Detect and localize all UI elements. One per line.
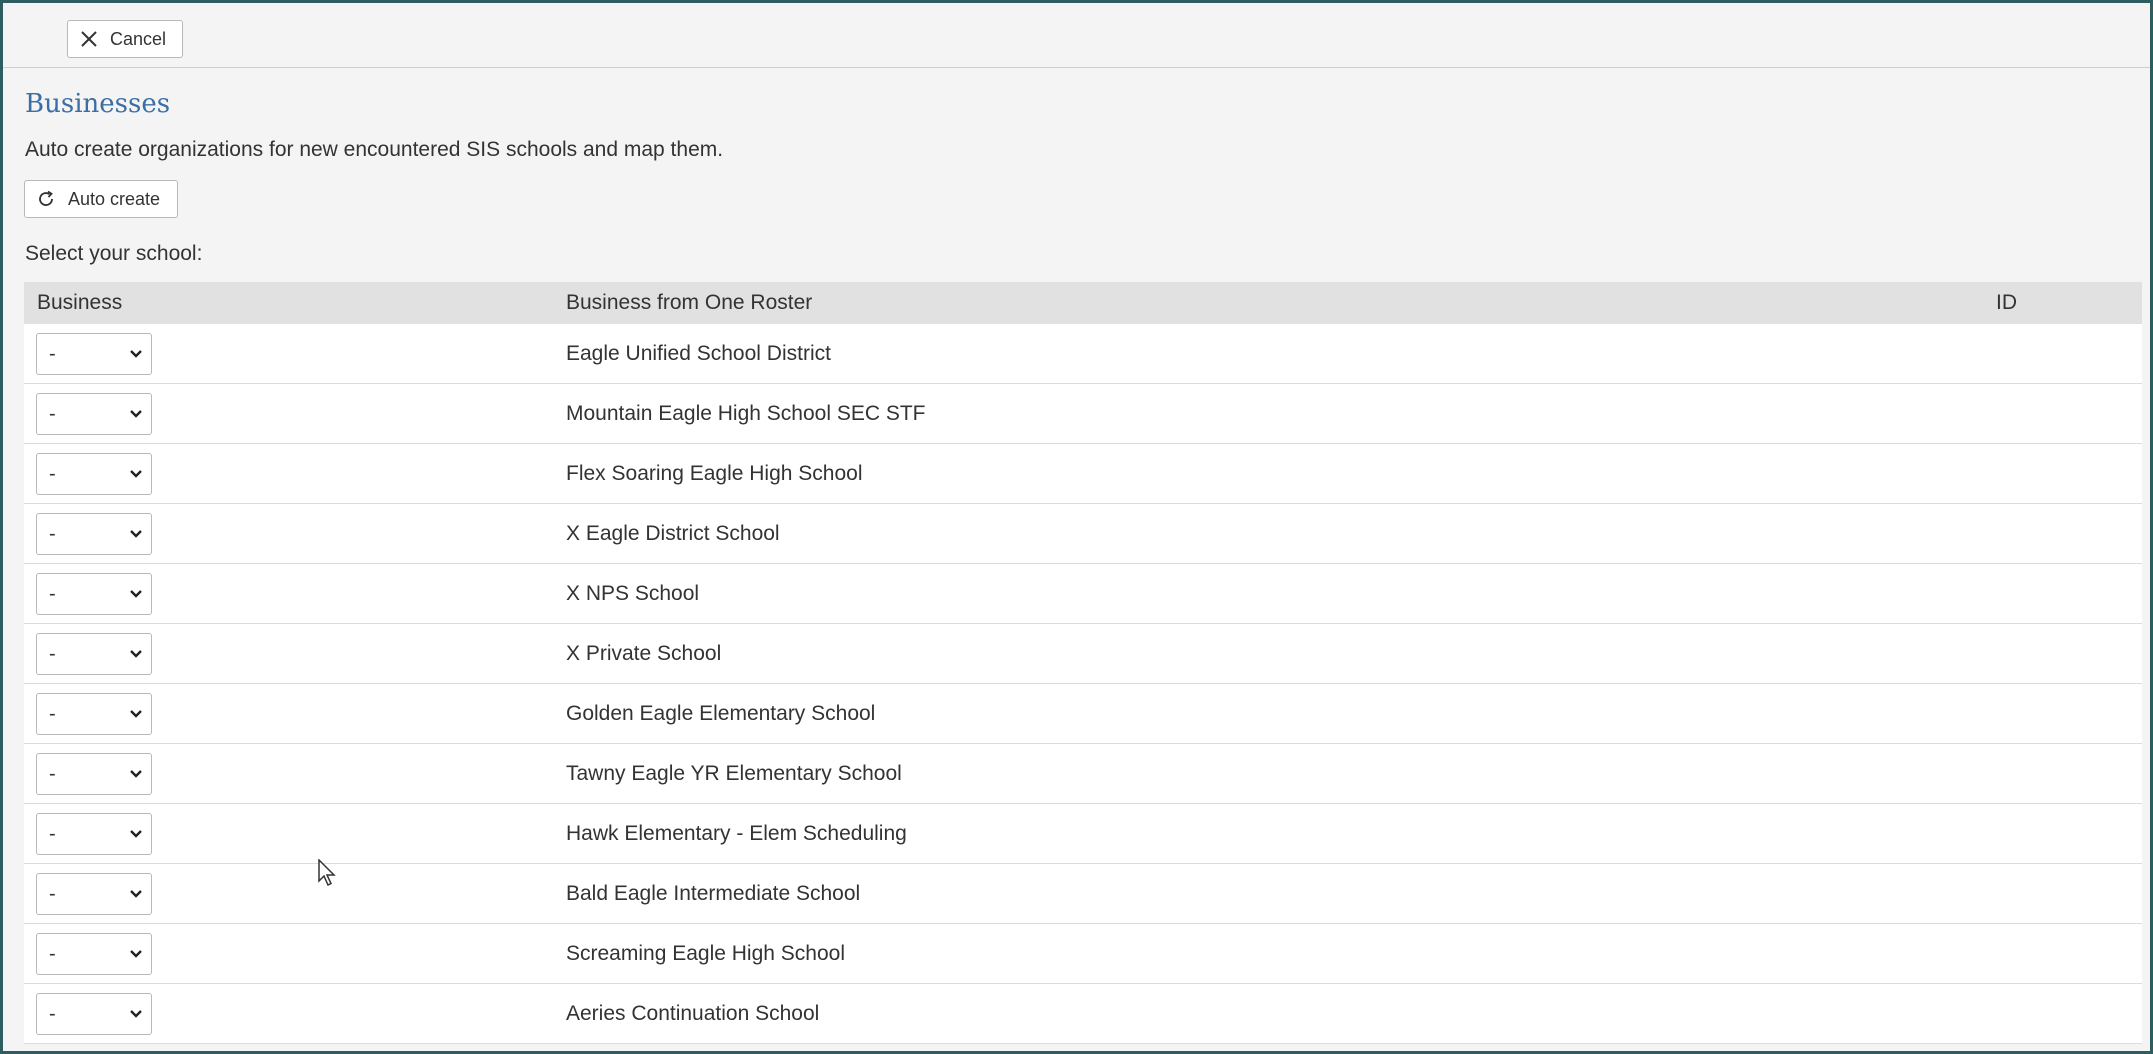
roster-school-name: Bald Eagle Intermediate School — [566, 882, 861, 905]
column-header-business: Business — [37, 291, 123, 314]
close-icon — [80, 30, 98, 48]
business-select[interactable]: - — [36, 753, 152, 795]
business-select-value: - — [49, 463, 56, 485]
table-row: - Eagle Unified School District — [24, 324, 2142, 384]
chevron-down-icon — [129, 347, 143, 361]
business-select-value: - — [49, 823, 56, 845]
roster-school-name: X Private School — [566, 642, 722, 665]
table-row: - Flex Soaring Eagle High School — [24, 444, 2142, 504]
business-select-value: - — [49, 583, 56, 605]
business-select-value: - — [49, 523, 56, 545]
roster-school-name: Tawny Eagle YR Elementary School — [566, 762, 902, 785]
chevron-down-icon — [129, 587, 143, 601]
business-select-value: - — [49, 643, 56, 665]
table-row: - X Eagle District School — [24, 504, 2142, 564]
roster-school-name: X Eagle District School — [566, 522, 780, 545]
business-select[interactable]: - — [36, 873, 152, 915]
business-select[interactable]: - — [36, 573, 152, 615]
page-title: Businesses — [25, 89, 171, 119]
table-row: - X NPS School — [24, 564, 2142, 624]
roster-school-name: X NPS School — [566, 582, 700, 605]
mouse-cursor-icon — [318, 858, 338, 894]
refresh-icon — [36, 189, 56, 209]
business-select-value: - — [49, 943, 56, 965]
table-row: - Tawny Eagle YR Elementary School — [24, 744, 2142, 804]
column-header-roster: Business from One Roster — [566, 291, 813, 314]
table-body: - Eagle Unified School District - Mountain … — [24, 324, 2142, 1044]
roster-school-name: Mountain Eagle High School SEC STF — [566, 402, 926, 425]
table-row: - Bald Eagle Intermediate School — [24, 864, 2142, 924]
chevron-down-icon — [129, 1007, 143, 1021]
chevron-down-icon — [129, 827, 143, 841]
section-description: Auto create organizations for new encoun… — [25, 138, 724, 161]
table-row: - Aeries Continuation School — [24, 984, 2142, 1044]
toolbar: Cancel — [3, 3, 2150, 68]
business-select[interactable]: - — [36, 513, 152, 555]
business-select-value: - — [49, 763, 56, 785]
auto-create-button[interactable]: Auto create — [24, 180, 178, 218]
column-header-id: ID — [1996, 291, 2017, 314]
table-row: - Golden Eagle Elementary School — [24, 684, 2142, 744]
chevron-down-icon — [129, 407, 143, 421]
table-row: - X Private School — [24, 624, 2142, 684]
cancel-button-label: Cancel — [110, 28, 167, 49]
business-select[interactable]: - — [36, 393, 152, 435]
chevron-down-icon — [129, 647, 143, 661]
table-row: - Screaming Eagle High School — [24, 924, 2142, 984]
auto-create-button-label: Auto create — [68, 188, 161, 209]
app-window: Cancel Businesses Auto create organizati… — [0, 0, 2153, 1054]
table-row: - Hawk Elementary - Elem Scheduling — [24, 804, 2142, 864]
business-select-value: - — [49, 1003, 56, 1025]
chevron-down-icon — [129, 467, 143, 481]
business-select-value: - — [49, 403, 56, 425]
business-select-value: - — [49, 703, 56, 725]
school-mapping-table: Business Business from One Roster ID - Ea… — [24, 282, 2142, 1044]
business-select-value: - — [49, 883, 56, 905]
roster-school-name: Hawk Elementary - Elem Scheduling — [566, 822, 907, 845]
business-select[interactable]: - — [36, 813, 152, 855]
business-select[interactable]: - — [36, 453, 152, 495]
business-select[interactable]: - — [36, 693, 152, 735]
table-row: - Mountain Eagle High School SEC STF — [24, 384, 2142, 444]
business-select[interactable]: - — [36, 993, 152, 1035]
chevron-down-icon — [129, 887, 143, 901]
table-header: Business Business from One Roster ID — [24, 282, 2142, 324]
chevron-down-icon — [129, 767, 143, 781]
roster-school-name: Eagle Unified School District — [566, 342, 831, 365]
roster-school-name: Aeries Continuation School — [566, 1002, 820, 1025]
business-select-value: - — [49, 343, 56, 365]
roster-school-name: Golden Eagle Elementary School — [566, 702, 876, 725]
cancel-button[interactable]: Cancel — [67, 20, 183, 58]
chevron-down-icon — [129, 707, 143, 721]
chevron-down-icon — [129, 947, 143, 961]
roster-school-name: Screaming Eagle High School — [566, 942, 845, 965]
business-select[interactable]: - — [36, 333, 152, 375]
business-select[interactable]: - — [36, 933, 152, 975]
roster-school-name: Flex Soaring Eagle High School — [566, 462, 863, 485]
chevron-down-icon — [129, 527, 143, 541]
business-select[interactable]: - — [36, 633, 152, 675]
select-school-label: Select your school: — [25, 242, 203, 265]
